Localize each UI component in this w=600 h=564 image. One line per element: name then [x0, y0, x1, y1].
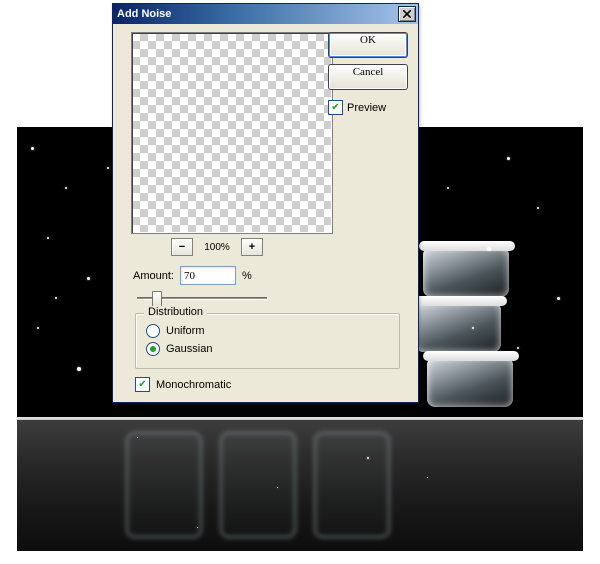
ok-label: OK [360, 34, 376, 46]
ice-cubes [403, 247, 533, 417]
monochromatic-checkbox[interactable]: ✔ [135, 377, 150, 392]
preview-checkbox-row[interactable]: ✔ Preview [328, 100, 386, 115]
cancel-button[interactable]: Cancel [328, 64, 408, 90]
zoom-in-button[interactable]: + [241, 238, 263, 256]
close-icon[interactable] [398, 6, 416, 22]
stage: Add Noise OK Cancel ✔ Preview − 100% + [0, 0, 600, 564]
slider-thumb[interactable] [152, 291, 162, 307]
dialog-body: OK Cancel ✔ Preview − 100% + Amount: % [113, 24, 418, 402]
amount-slider[interactable] [137, 289, 267, 305]
zoom-out-label: − [179, 241, 185, 253]
monochromatic-label: Monochromatic [156, 379, 231, 391]
zoom-out-button[interactable]: − [171, 238, 193, 256]
preview-area [131, 32, 333, 234]
zoom-controls: − 100% + [171, 238, 410, 256]
zoom-in-label: + [249, 241, 255, 253]
gaussian-radio[interactable] [146, 342, 160, 356]
amount-row: Amount: % [133, 266, 410, 285]
preview-checkbox[interactable]: ✔ [328, 100, 343, 115]
dialog-sidebar: OK Cancel ✔ Preview [328, 32, 408, 115]
uniform-radio[interactable] [146, 324, 160, 338]
amount-label: Amount: [133, 270, 174, 282]
amount-unit: % [242, 270, 252, 282]
titlebar[interactable]: Add Noise [113, 4, 418, 24]
preview-checkbox-label: Preview [347, 102, 386, 114]
dialog-title: Add Noise [117, 8, 171, 20]
reflection [117, 425, 477, 545]
cancel-label: Cancel [353, 66, 384, 78]
amount-input[interactable] [180, 266, 236, 285]
distribution-group: Distribution Uniform Gaussian [135, 313, 400, 369]
add-noise-dialog: Add Noise OK Cancel ✔ Preview − 100% + [112, 3, 419, 403]
uniform-radio-row[interactable]: Uniform [146, 324, 389, 338]
gaussian-label: Gaussian [166, 343, 212, 355]
ok-button[interactable]: OK [328, 32, 408, 58]
gaussian-radio-row[interactable]: Gaussian [146, 342, 389, 356]
zoom-percent: 100% [199, 242, 235, 253]
monochromatic-row[interactable]: ✔ Monochromatic [135, 377, 410, 392]
distribution-legend: Distribution [144, 306, 207, 318]
uniform-label: Uniform [166, 325, 205, 337]
